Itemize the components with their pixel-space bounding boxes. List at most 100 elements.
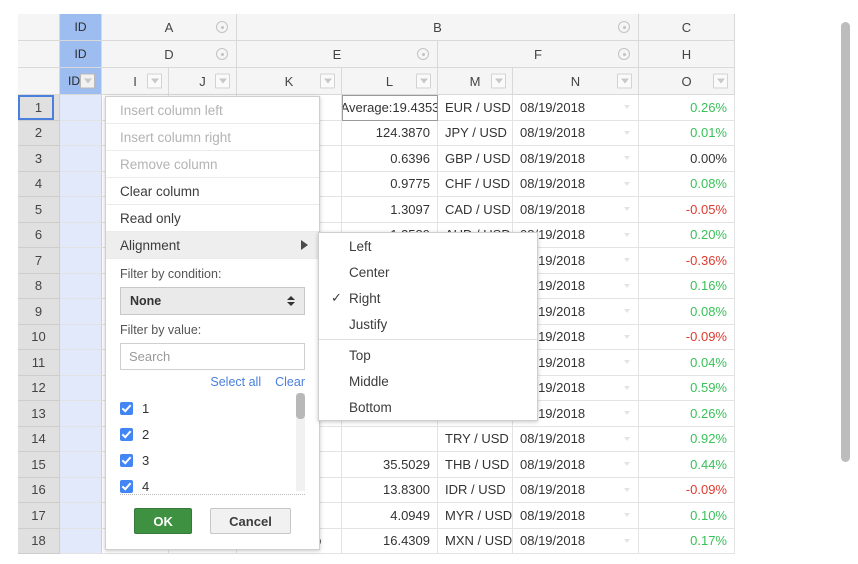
filter-icon[interactable] — [80, 73, 95, 89]
cell-change-percent[interactable]: 0.01% — [639, 120, 735, 146]
chevron-down-icon[interactable] — [624, 411, 630, 416]
cell-date[interactable]: 08/19/2018 — [513, 171, 639, 197]
cell-rate[interactable]: 4.0949 — [342, 503, 438, 529]
filter-icon[interactable] — [617, 73, 632, 89]
circle-dot-icon[interactable] — [216, 48, 228, 60]
cell-date[interactable]: 08/19/2018 — [513, 197, 639, 223]
cell-id[interactable] — [60, 375, 102, 401]
cell-date[interactable]: 08/19/2018 — [513, 95, 639, 121]
cell-change-percent[interactable]: 0.04% — [639, 350, 735, 376]
chevron-down-icon[interactable] — [624, 436, 630, 441]
column-header-id[interactable]: ID — [60, 41, 102, 68]
cell-change-percent[interactable]: -0.05% — [639, 197, 735, 223]
cell-date[interactable]: 08/19/2018 — [513, 120, 639, 146]
filter-condition-select[interactable]: None — [120, 287, 305, 315]
cell-id[interactable] — [60, 120, 102, 146]
chevron-down-icon[interactable] — [624, 105, 630, 110]
cell-pair[interactable]: JPY / USD — [438, 120, 513, 146]
filter-list-scrollbar-thumb[interactable] — [296, 393, 305, 419]
cell-rate[interactable]: 13.8300 — [342, 477, 438, 503]
cell-date[interactable]: 08/19/2018 — [513, 503, 639, 529]
column-header-a[interactable]: A — [102, 14, 237, 41]
filter-icon[interactable] — [147, 73, 162, 89]
cell-change-percent[interactable]: 0.20% — [639, 222, 735, 248]
cell-pair[interactable]: GBP / USD — [438, 146, 513, 172]
filter-icon[interactable] — [320, 73, 335, 89]
cell-pair[interactable]: TRY / USD — [438, 426, 513, 452]
alignment-item-top[interactable]: Top — [319, 342, 537, 368]
chevron-down-icon[interactable] — [624, 487, 630, 492]
cell-pair[interactable]: EUR / USD — [438, 95, 513, 121]
column-header-j[interactable]: J — [169, 68, 237, 95]
cell-average-tooltip[interactable]: Average:19.4353 — [342, 95, 438, 121]
cell-id[interactable] — [60, 197, 102, 223]
filter-icon[interactable] — [416, 73, 431, 89]
chevron-down-icon[interactable] — [624, 283, 630, 288]
cell-change-percent[interactable]: 0.26% — [639, 95, 735, 121]
cell-change-percent[interactable]: 0.08% — [639, 171, 735, 197]
cell-change-percent[interactable]: 0.17% — [639, 528, 735, 554]
clear-link[interactable]: Clear — [275, 375, 305, 389]
cell-change-percent[interactable]: 0.16% — [639, 273, 735, 299]
menu-item-read-only[interactable]: Read only — [106, 205, 319, 232]
cell-date[interactable]: 08/19/2018 — [513, 477, 639, 503]
column-header-c[interactable]: C — [639, 14, 735, 41]
cell-rate[interactable]: 35.5029 — [342, 452, 438, 478]
chevron-down-icon[interactable] — [624, 462, 630, 467]
column-header-e[interactable]: E — [237, 41, 438, 68]
cell-change-percent[interactable]: 0.10% — [639, 503, 735, 529]
checkbox-icon[interactable] — [120, 479, 133, 493]
cell-rate[interactable]: 0.6396 — [342, 146, 438, 172]
filter-value-item[interactable]: 4 — [120, 473, 305, 494]
column-header-d[interactable]: D — [102, 41, 237, 68]
cell-change-percent[interactable]: 0.92% — [639, 426, 735, 452]
chevron-down-icon[interactable] — [624, 334, 630, 339]
circle-dot-icon[interactable] — [417, 48, 429, 60]
cell-change-percent[interactable]: 0.26% — [639, 401, 735, 427]
circle-dot-icon[interactable] — [618, 21, 630, 33]
cell-date[interactable]: 08/19/2018 — [513, 146, 639, 172]
chevron-down-icon[interactable] — [624, 130, 630, 135]
alignment-item-right[interactable]: ✓ Right — [319, 285, 537, 311]
cell-id[interactable] — [60, 350, 102, 376]
chevron-down-icon[interactable] — [624, 385, 630, 390]
cell-rate[interactable]: 16.4309 — [342, 528, 438, 554]
column-header-id[interactable]: ID — [60, 68, 102, 95]
alignment-item-middle[interactable]: Middle — [319, 368, 537, 394]
cell-change-percent[interactable]: 0.00% — [639, 146, 735, 172]
cell-id[interactable] — [60, 248, 102, 274]
cell-rate[interactable] — [342, 426, 438, 452]
cell-id[interactable] — [60, 146, 102, 172]
cell-pair[interactable]: CHF / USD — [438, 171, 513, 197]
chevron-down-icon[interactable] — [624, 360, 630, 365]
column-header-h[interactable]: H — [639, 41, 735, 68]
cell-pair[interactable]: MXN / USD — [438, 528, 513, 554]
chevron-down-icon[interactable] — [624, 207, 630, 212]
vertical-scrollbar-thumb[interactable] — [841, 22, 850, 462]
cell-date[interactable]: 08/19/2018 — [513, 426, 639, 452]
alignment-item-left[interactable]: Left — [319, 233, 537, 259]
cell-id[interactable] — [60, 171, 102, 197]
cancel-button[interactable]: Cancel — [210, 508, 291, 534]
cell-id[interactable] — [60, 299, 102, 325]
cell-change-percent[interactable]: -0.09% — [639, 477, 735, 503]
menu-item-clear-column[interactable]: Clear column — [106, 178, 319, 205]
column-header-o[interactable]: O — [639, 68, 735, 95]
chevron-down-icon[interactable] — [624, 156, 630, 161]
column-header-f[interactable]: F — [438, 41, 639, 68]
select-all-link[interactable]: Select all — [210, 375, 261, 389]
filter-icon[interactable] — [713, 73, 728, 89]
cell-pair[interactable]: THB / USD — [438, 452, 513, 478]
alignment-item-justify[interactable]: Justify — [319, 311, 537, 337]
cell-rate[interactable]: 0.9775 — [342, 171, 438, 197]
cell-id[interactable] — [60, 222, 102, 248]
cell-change-percent[interactable]: -0.36% — [639, 248, 735, 274]
cell-id[interactable] — [60, 503, 102, 529]
vertical-scrollbar[interactable] — [838, 14, 852, 522]
alignment-item-bottom[interactable]: Bottom — [319, 394, 537, 420]
column-header-l[interactable]: L — [342, 68, 438, 95]
cell-id[interactable] — [60, 477, 102, 503]
cell-id[interactable] — [60, 273, 102, 299]
cell-rate[interactable]: 1.3097 — [342, 197, 438, 223]
chevron-down-icon[interactable] — [624, 538, 630, 543]
